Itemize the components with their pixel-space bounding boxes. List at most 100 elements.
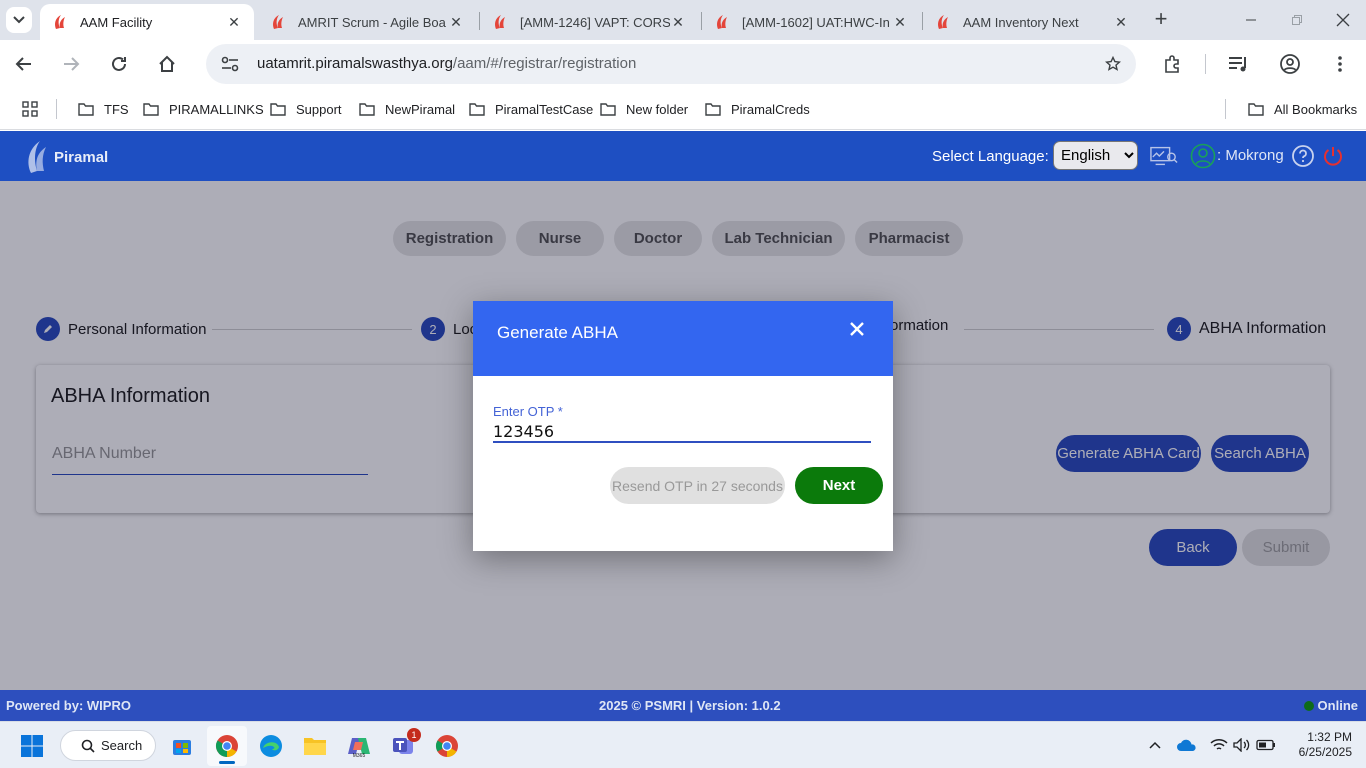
arrow-left-icon bbox=[15, 57, 31, 71]
clock-time: 1:32 PM bbox=[1307, 730, 1352, 744]
online-status: Online bbox=[1303, 698, 1358, 713]
tab-title: AAM Inventory Next bbox=[963, 14, 1079, 30]
arrow-right-icon bbox=[64, 57, 80, 71]
select-language-label: Select Language: bbox=[932, 148, 1049, 165]
file-explorer-icon[interactable] bbox=[295, 726, 335, 766]
back-nav-button[interactable] bbox=[8, 48, 40, 80]
folder-icon bbox=[600, 102, 618, 116]
browser-toolbar: uatamrit.piramalswasthya.org/aam/#/regis… bbox=[0, 40, 1366, 88]
logo-text: Piramal bbox=[54, 148, 109, 166]
folder-icon bbox=[143, 102, 161, 116]
dialog-header: Generate ABHA bbox=[473, 301, 893, 376]
battery-icon[interactable] bbox=[1256, 735, 1276, 755]
otp-input[interactable] bbox=[493, 421, 871, 443]
browser-tab-amm-1602[interactable]: [AMM-1602] UAT:HWC-In ✕ bbox=[702, 4, 920, 40]
taskbar-search[interactable]: Search bbox=[60, 730, 156, 761]
bookmark-support[interactable]: Support bbox=[270, 100, 342, 118]
clock-date: 6/25/2025 bbox=[1298, 745, 1352, 759]
footer-powered-by: Powered by: WIPRO bbox=[6, 698, 131, 713]
site-info-icon[interactable] bbox=[218, 52, 242, 76]
piramal-favicon-icon bbox=[935, 14, 951, 30]
forward-nav-button[interactable] bbox=[55, 48, 87, 80]
reload-button[interactable] bbox=[103, 48, 135, 80]
close-icon[interactable]: ✕ bbox=[892, 14, 908, 30]
all-bookmarks[interactable]: All Bookmarks bbox=[1248, 100, 1357, 118]
widgets-store-icon[interactable] bbox=[162, 726, 202, 766]
bookmark-tfs[interactable]: TFS bbox=[78, 100, 129, 118]
restore-icon bbox=[1292, 15, 1302, 25]
bookmark-separator bbox=[56, 99, 57, 119]
resend-otp-button[interactable]: Resend OTP in 27 seconds bbox=[610, 467, 785, 504]
active-indicator bbox=[219, 761, 235, 764]
chrome-taskbar-icon[interactable] bbox=[207, 726, 247, 766]
online-status-label: Online bbox=[1317, 698, 1358, 713]
browser-tab-amrit-scrum[interactable]: AMRIT Scrum - Agile Boa ✕ bbox=[258, 4, 476, 40]
generate-abha-dialog: Generate ABHA Enter OTP * Resend OTP in … bbox=[473, 301, 893, 551]
browser-tab-aam-facility[interactable]: AAM Facility ✕ bbox=[40, 4, 254, 40]
close-icon[interactable]: ✕ bbox=[670, 14, 686, 30]
onedrive-cloud-icon[interactable] bbox=[1177, 735, 1197, 755]
tab-title: [AMM-1602] UAT:HWC-In bbox=[742, 14, 890, 30]
url-host: uatamrit.piramalswasthya.org bbox=[257, 55, 453, 72]
bookmark-piramalcreds[interactable]: PiramalCreds bbox=[705, 100, 810, 118]
browser-tab-aam-inventory[interactable]: AAM Inventory Next ✕ bbox=[923, 4, 1141, 40]
bookmark-newpiramal[interactable]: NewPiramal bbox=[359, 100, 455, 118]
folder-icon bbox=[270, 102, 288, 116]
bookmark-piramaltestcase[interactable]: PiramalTestCase bbox=[469, 100, 593, 118]
bookmark-label: PIRAMALLINKS bbox=[169, 101, 264, 117]
bookmark-new-folder[interactable]: New folder bbox=[600, 100, 688, 118]
piramal-favicon-icon bbox=[714, 14, 730, 30]
language-select[interactable]: English bbox=[1053, 141, 1138, 170]
close-icon bbox=[1336, 13, 1350, 27]
volume-icon[interactable] bbox=[1232, 735, 1252, 755]
dialog-title: Generate ABHA bbox=[497, 323, 618, 342]
address-bar[interactable]: uatamrit.piramalswasthya.org/aam/#/regis… bbox=[206, 44, 1136, 84]
new-tab-button[interactable]: + bbox=[1148, 8, 1174, 32]
home-button[interactable] bbox=[151, 48, 183, 80]
taskbar-search-label: Search bbox=[101, 738, 143, 753]
extensions-icon[interactable] bbox=[1159, 50, 1187, 78]
browser-tab-amm-1246[interactable]: [AMM-1246] VAPT: CORS ✕ bbox=[480, 4, 698, 40]
m365-copilot-icon[interactable]: M365 bbox=[339, 726, 379, 766]
chrome-second-taskbar-icon[interactable] bbox=[427, 726, 467, 766]
otp-field-label: Enter OTP * bbox=[493, 404, 563, 419]
tab-search-menu-button[interactable] bbox=[6, 7, 32, 33]
teams-taskbar-icon[interactable]: 1 bbox=[383, 726, 423, 766]
wifi-icon[interactable] bbox=[1209, 735, 1229, 755]
close-icon[interactable]: ✕ bbox=[1113, 14, 1129, 30]
user-avatar-icon[interactable] bbox=[1189, 143, 1217, 169]
bookmark-label: PiramalCreds bbox=[731, 101, 810, 117]
media-controls-icon[interactable] bbox=[1225, 50, 1253, 78]
folder-icon bbox=[78, 102, 96, 116]
minimize-icon bbox=[1246, 19, 1256, 21]
profile-icon[interactable] bbox=[1276, 50, 1304, 78]
bookmark-label: NewPiramal bbox=[385, 101, 456, 117]
help-icon[interactable] bbox=[1289, 143, 1317, 169]
folder-icon bbox=[359, 102, 377, 116]
reload-icon bbox=[112, 56, 126, 71]
close-icon[interactable]: ✕ bbox=[226, 14, 242, 30]
chevron-up-icon[interactable] bbox=[1145, 735, 1165, 755]
apps-grid-icon[interactable] bbox=[22, 100, 38, 118]
close-icon[interactable]: ✕ bbox=[448, 14, 464, 30]
dashboard-search-icon[interactable] bbox=[1150, 143, 1178, 169]
tab-title: AAM Facility bbox=[80, 14, 153, 30]
minimize-button[interactable] bbox=[1236, 6, 1266, 34]
next-button[interactable]: Next bbox=[795, 467, 883, 504]
taskbar-clock[interactable]: 1:32 PM 6/25/2025 bbox=[1288, 730, 1352, 760]
bookmark-star-icon[interactable] bbox=[1102, 53, 1124, 75]
window-close-button[interactable] bbox=[1328, 6, 1358, 34]
folder-icon bbox=[705, 102, 723, 116]
edge-taskbar-icon[interactable] bbox=[251, 726, 291, 766]
windows-taskbar: Search M365 1 1:32 PM 6/25/2025 bbox=[0, 721, 1366, 768]
toolbar-separator bbox=[1205, 54, 1206, 74]
windows-start-icon[interactable] bbox=[12, 726, 52, 766]
bookmark-label: PiramalTestCase bbox=[495, 101, 594, 117]
user-name: : Mokrong bbox=[1217, 147, 1284, 164]
restore-button[interactable] bbox=[1282, 6, 1312, 34]
bookmark-piramallinks[interactable]: PIRAMALLINKS bbox=[143, 100, 264, 118]
browser-menu-icon[interactable] bbox=[1326, 50, 1354, 78]
dialog-close-button[interactable] bbox=[845, 317, 869, 341]
url-text: uatamrit.piramalswasthya.org/aam/#/regis… bbox=[257, 55, 636, 72]
power-logout-icon[interactable] bbox=[1319, 143, 1347, 169]
